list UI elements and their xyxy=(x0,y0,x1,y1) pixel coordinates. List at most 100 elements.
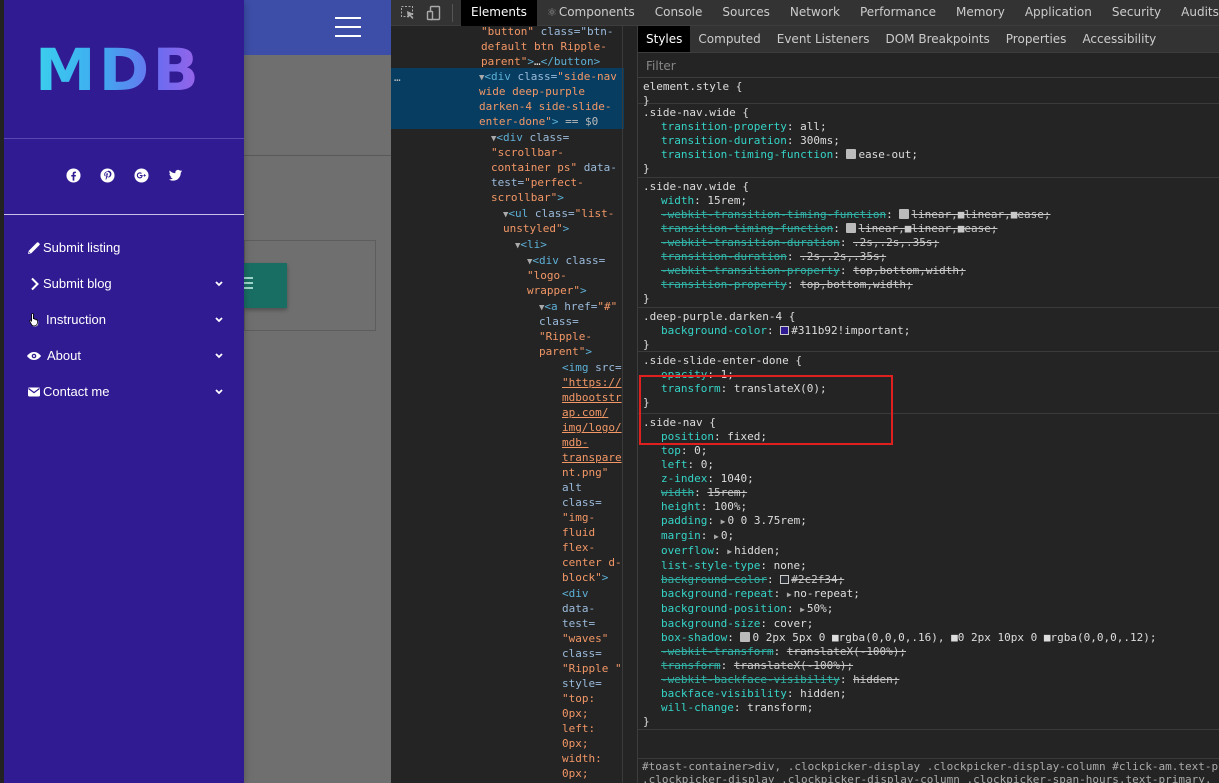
css-declaration[interactable]: background-size: cover; xyxy=(643,617,1219,631)
css-declaration[interactable]: transition-property: top,bottom,width; xyxy=(643,278,1219,292)
dom-line[interactable]: block"> xyxy=(562,570,608,585)
css-declaration[interactable]: -webkit-transition-timing-function: line… xyxy=(643,208,1219,222)
inspect-element-icon[interactable] xyxy=(400,5,416,21)
dom-line[interactable]: <div xyxy=(562,586,589,601)
dom-line[interactable]: wide deep-purple xyxy=(479,84,585,99)
dom-line[interactable]: class= xyxy=(562,646,602,661)
css-declaration[interactable]: z-index: 1040; xyxy=(643,472,1219,486)
dom-line[interactable]: "Ripple " xyxy=(562,661,622,676)
dom-line[interactable]: test= xyxy=(562,616,595,631)
css-declaration[interactable]: margin: ▶ 0; xyxy=(643,529,1219,544)
css-rule[interactable]: .side-slide-enter-done {opacity: 1; trans… xyxy=(638,352,1219,414)
nav-item-submit-listing[interactable]: Submit listing xyxy=(4,230,244,266)
dom-line[interactable]: class= xyxy=(562,495,602,510)
css-declaration[interactable]: list-style-type: none; xyxy=(643,559,1219,573)
dom-line[interactable]: "Ripple- xyxy=(539,329,592,344)
dom-line[interactable]: scrollbar"> xyxy=(491,190,564,205)
color-swatch-icon[interactable] xyxy=(780,326,790,335)
dom-line[interactable]: wrapper"> xyxy=(527,283,587,298)
tab-elements[interactable]: Elements xyxy=(461,0,537,26)
more-actions-icon[interactable]: … xyxy=(394,70,401,85)
dom-line[interactable]: "button" class="btn- xyxy=(481,26,613,39)
dom-line[interactable]: "logo- xyxy=(527,268,567,283)
color-swatch-icon[interactable] xyxy=(780,575,790,584)
dom-line[interactable]: 0px; xyxy=(562,736,589,751)
dom-line[interactable]: parent"> xyxy=(539,344,592,359)
dom-line[interactable]: class= xyxy=(539,314,579,329)
img-src-link[interactable]: transpare xyxy=(562,450,622,465)
css-declaration[interactable]: padding: ▶ 0 0 3.75rem; xyxy=(643,514,1219,529)
css-declaration[interactable]: height: 100%; xyxy=(643,500,1219,514)
tab-performance[interactable]: Performance xyxy=(850,0,946,26)
tab-computed[interactable]: Computed xyxy=(690,26,768,52)
img-src-link[interactable]: mdbootstr xyxy=(562,390,622,405)
css-declaration[interactable]: box-shadow: 0 2px 5px 0 ■rgba(0,0,0,.16)… xyxy=(643,631,1219,645)
facebook-icon[interactable] xyxy=(66,168,81,183)
dom-line[interactable]: "waves" xyxy=(562,631,608,646)
dom-line[interactable]: style= xyxy=(562,676,602,691)
easing-editor-icon[interactable] xyxy=(899,209,910,219)
tab-styles[interactable]: Styles xyxy=(638,26,691,52)
tab-audits[interactable]: Audits xyxy=(1171,0,1219,26)
dom-line[interactable]: width: xyxy=(562,751,602,766)
tab-application[interactable]: Application xyxy=(1015,0,1102,26)
nav-item-about[interactable]: About xyxy=(4,338,244,374)
css-declaration[interactable]: transition-duration: .2s,.2s,.35s; xyxy=(643,250,1219,264)
img-src-link[interactable]: ap.com/ xyxy=(562,405,608,420)
tab-properties[interactable]: Properties xyxy=(998,26,1075,52)
dom-line[interactable]: darken-4 side-slide- xyxy=(479,99,611,114)
dom-line[interactable]: fluid xyxy=(562,525,595,540)
css-declaration[interactable]: background-color: #2c2f34; xyxy=(643,573,1219,587)
img-src-link[interactable]: nt.png" xyxy=(562,465,608,480)
nav-item-instruction[interactable]: Instruction xyxy=(4,302,244,338)
tab-network[interactable]: Network xyxy=(780,0,850,26)
expand-arrow-icon[interactable]: ▶ xyxy=(721,517,726,526)
dom-line[interactable]: center d- xyxy=(562,555,622,570)
css-rule[interactable]: .side-nav {position: fixed; top: 0; left: … xyxy=(638,414,1219,730)
img-src-link[interactable]: "https:// xyxy=(562,375,622,390)
tab-components[interactable]: ⚛ Components xyxy=(537,0,645,26)
expand-arrow-icon[interactable]: ▶ xyxy=(727,547,732,556)
logo-wrapper[interactable]: MDB xyxy=(4,0,244,138)
css-declaration[interactable]: -webkit-transition-property: top,bottom,… xyxy=(643,264,1219,278)
dom-line[interactable]: ▼<li> xyxy=(515,237,547,254)
dom-line[interactable]: left: xyxy=(562,721,595,736)
css-declaration[interactable]: position: fixed; xyxy=(643,430,1219,444)
dom-line[interactable]: "top: xyxy=(562,691,595,706)
hamburger-menu-icon[interactable] xyxy=(335,17,361,37)
css-rule[interactable]: element.style {} xyxy=(638,78,1219,107)
dom-line[interactable]: "img- xyxy=(562,510,595,525)
css-declaration[interactable]: transition-duration: 300ms; xyxy=(643,134,1219,148)
dom-line[interactable]: unstyled"> xyxy=(503,221,569,236)
teal-button[interactable] xyxy=(244,263,287,308)
css-declaration[interactable]: transform: translateX(0); xyxy=(643,382,1219,396)
css-declaration[interactable]: backface-visibility: hidden; xyxy=(643,687,1219,701)
pinterest-icon[interactable] xyxy=(100,168,115,183)
css-declaration[interactable]: overflow: ▶ hidden; xyxy=(643,544,1219,559)
dom-line[interactable]: data- xyxy=(562,601,595,616)
tab-security[interactable]: Security xyxy=(1102,0,1171,26)
css-declaration[interactable]: background-color: #311b92!important; xyxy=(643,324,1219,338)
dom-line[interactable]: default btn Ripple- xyxy=(481,39,607,54)
dom-line[interactable]: <img src= xyxy=(562,360,622,375)
expand-arrow-icon[interactable]: ▶ xyxy=(787,590,792,599)
css-declaration[interactable]: will-change: transform; xyxy=(643,701,1219,715)
tab-event-listeners[interactable]: Event Listeners xyxy=(769,26,878,52)
tab-accessibility[interactable]: Accessibility xyxy=(1074,26,1164,52)
css-declaration[interactable]: left: 0; xyxy=(643,458,1219,472)
google-plus-icon[interactable] xyxy=(134,168,149,183)
css-declaration[interactable]: background-repeat: ▶ no-repeat; xyxy=(643,587,1219,602)
dom-line[interactable]: flex- xyxy=(562,540,595,555)
dom-line[interactable]: test="perfect- xyxy=(491,175,584,190)
expand-arrow-icon[interactable]: ▶ xyxy=(800,605,805,614)
css-declaration[interactable]: background-position: ▶ 50%; xyxy=(643,602,1219,617)
css-rule[interactable]: .deep-purple.darken-4 {background-color:… xyxy=(638,308,1219,352)
easing-editor-icon[interactable] xyxy=(846,149,857,159)
easing-editor-icon[interactable] xyxy=(846,223,857,233)
dom-line[interactable]: parent">…</button> xyxy=(481,54,600,69)
img-src-link[interactable]: img/logo/ xyxy=(562,420,622,435)
shadow-editor-icon[interactable] xyxy=(740,632,751,642)
css-declaration[interactable]: transition-timing-function: linear,■line… xyxy=(643,222,1219,236)
dom-line[interactable]: "scrollbar- xyxy=(491,145,564,160)
nav-item-contact-me[interactable]: Contact me xyxy=(4,374,244,410)
